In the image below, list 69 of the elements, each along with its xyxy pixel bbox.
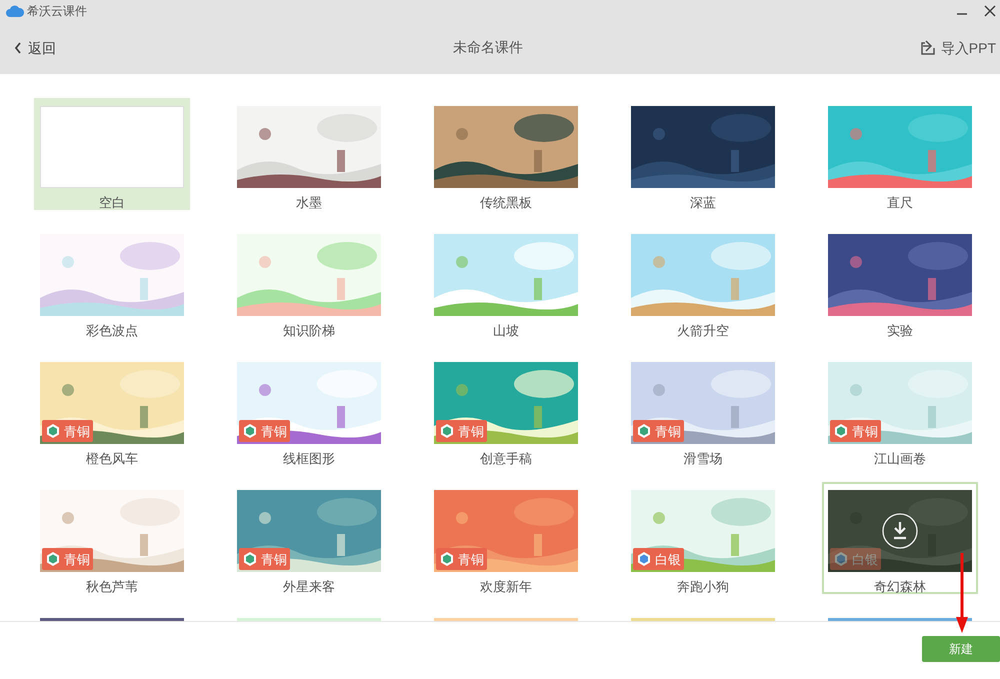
template-card[interactable]: 山坡	[428, 226, 584, 338]
import-icon	[920, 40, 936, 56]
template-name: 深蓝	[690, 194, 716, 212]
template-card[interactable]: 传统黑板	[428, 98, 584, 210]
hexagon-icon	[439, 551, 455, 567]
chevron-left-icon	[14, 42, 22, 54]
cloud-icon	[6, 5, 24, 17]
tier-label: 青铜	[261, 424, 287, 438]
template-card[interactable]: 青铜 创意手稿	[428, 354, 584, 466]
template-name: 山坡	[493, 322, 519, 340]
document-title: 未命名课件	[452, 39, 523, 55]
hexagon-icon	[636, 423, 652, 439]
tier-label: 青铜	[64, 552, 90, 566]
template-card[interactable]: 空白	[34, 98, 190, 210]
template-card[interactable]: 白银 奔跑小狗	[625, 482, 781, 594]
template-card[interactable]: 青铜 江山画卷	[822, 354, 978, 466]
hexagon-icon	[45, 551, 61, 567]
template-card[interactable]: 青铜 欢度新年	[428, 482, 584, 594]
template-name: 空白	[99, 194, 125, 212]
template-card[interactable]: 青铜 线框图形	[231, 354, 387, 466]
template-card[interactable]: 青铜 外星来客	[231, 482, 387, 594]
template-card[interactable]: 火箭升空	[625, 226, 781, 338]
template-name: 直尺	[887, 194, 913, 212]
template-name: 水墨	[296, 194, 322, 212]
tier-label: 白银	[655, 552, 681, 566]
hexagon-icon	[636, 551, 652, 567]
template-name: 秋色芦苇	[86, 578, 138, 596]
template-card[interactable]: 白银 奇幻森林	[822, 482, 978, 594]
hexagon-icon	[242, 423, 258, 439]
template-name: 欢度新年	[480, 578, 532, 596]
tier-label: 青铜	[852, 424, 878, 438]
template-name: 火箭升空	[677, 322, 729, 340]
template-name: 彩色波点	[86, 322, 138, 340]
tier-label: 青铜	[655, 424, 681, 438]
template-card[interactable]: 知识阶梯	[231, 226, 387, 338]
template-name: 奔跑小狗	[677, 578, 729, 596]
close-icon[interactable]	[984, 5, 996, 17]
template-name: 线框图形	[283, 450, 335, 468]
download-icon[interactable]	[881, 512, 919, 550]
tier-label: 白银	[852, 552, 878, 566]
template-card[interactable]: 彩色波点	[34, 226, 190, 338]
template-card[interactable]: 青铜 滑雪场	[625, 354, 781, 466]
template-name: 江山画卷	[874, 450, 926, 468]
template-card[interactable]: 直尺	[822, 98, 978, 210]
template-card[interactable]: 深蓝	[625, 98, 781, 210]
tier-label: 青铜	[458, 552, 484, 566]
back-button[interactable]: 返回	[14, 38, 56, 58]
hexagon-icon	[45, 423, 61, 439]
import-ppt-button[interactable]: 导入PPT	[920, 38, 996, 58]
template-name: 实验	[887, 322, 913, 340]
hexagon-icon	[833, 423, 849, 439]
template-card[interactable]: 水墨	[231, 98, 387, 210]
hexagon-icon	[833, 551, 849, 567]
tier-label: 青铜	[64, 424, 90, 438]
template-card[interactable]: 实验	[822, 226, 978, 338]
template-name: 滑雪场	[684, 450, 722, 468]
tier-label: 青铜	[458, 424, 484, 438]
template-name: 创意手稿	[480, 450, 532, 468]
template-name: 奇幻森林	[874, 578, 926, 596]
template-name: 传统黑板	[480, 194, 532, 212]
template-name: 知识阶梯	[283, 322, 335, 340]
tier-label: 青铜	[261, 552, 287, 566]
template-card[interactable]: 青铜 秋色芦苇	[34, 482, 190, 594]
window-title: 希沃云课件	[27, 3, 87, 20]
template-name: 外星来客	[283, 578, 335, 596]
template-name: 橙色风车	[86, 450, 138, 468]
hexagon-icon	[242, 551, 258, 567]
hexagon-icon	[439, 423, 455, 439]
template-card[interactable]: 青铜 橙色风车	[34, 354, 190, 466]
